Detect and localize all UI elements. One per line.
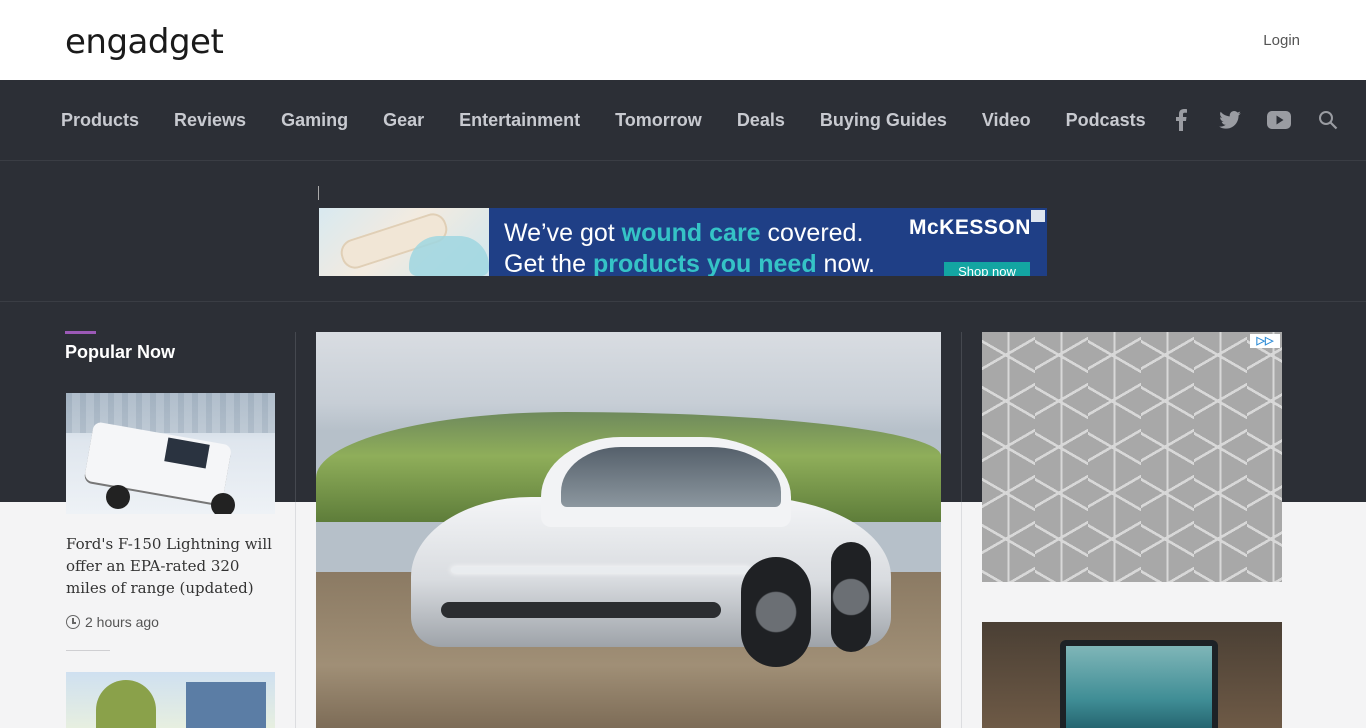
clock-icon bbox=[66, 615, 80, 629]
site-header: engadget Login bbox=[0, 0, 1366, 80]
nav-item-tomorrow[interactable]: Tomorrow bbox=[615, 110, 702, 131]
story-thumbnail[interactable] bbox=[66, 672, 275, 728]
section-accent-bar bbox=[65, 331, 96, 334]
story-thumbnail[interactable] bbox=[66, 393, 275, 514]
column-divider bbox=[961, 502, 962, 728]
sidebar-advertisement[interactable] bbox=[982, 332, 1282, 582]
nav-item-buying-guides[interactable]: Buying Guides bbox=[820, 110, 947, 131]
ad-product-image bbox=[319, 208, 489, 276]
login-link[interactable]: Login bbox=[1263, 32, 1300, 49]
main-nav: Products Reviews Gaming Gear Entertainme… bbox=[0, 80, 1366, 161]
nav-item-products[interactable]: Products bbox=[61, 110, 139, 131]
story-divider bbox=[66, 650, 110, 651]
popular-now-heading: Popular Now bbox=[65, 342, 176, 362]
ad-shop-now-button[interactable]: Shop now bbox=[944, 262, 1030, 276]
twitter-icon[interactable] bbox=[1218, 108, 1242, 132]
ad-marker bbox=[318, 186, 319, 200]
youtube-icon[interactable] bbox=[1267, 108, 1291, 132]
sidebar-story-thumbnail[interactable] bbox=[982, 622, 1282, 728]
search-icon[interactable] bbox=[1316, 108, 1340, 132]
nav-item-entertainment[interactable]: Entertainment bbox=[459, 110, 580, 131]
nav-item-podcasts[interactable]: Podcasts bbox=[1066, 110, 1146, 131]
ad-headline-line2: Get the products you need now. bbox=[504, 250, 875, 276]
nav-item-reviews[interactable]: Reviews bbox=[174, 110, 246, 131]
adchoices-icon[interactable]: ▷▷ bbox=[1250, 334, 1280, 348]
nav-item-deals[interactable]: Deals bbox=[737, 110, 785, 131]
nav-item-gaming[interactable]: Gaming bbox=[281, 110, 348, 131]
story-timestamp: 2 hours ago bbox=[66, 614, 159, 630]
nav-menu: Products Reviews Gaming Gear Entertainme… bbox=[61, 80, 1181, 160]
nav-item-video[interactable]: Video bbox=[982, 110, 1031, 131]
car-illustration bbox=[411, 427, 891, 677]
nav-item-gear[interactable]: Gear bbox=[383, 110, 424, 131]
social-icons bbox=[1144, 80, 1340, 160]
column-divider bbox=[295, 502, 296, 728]
advertisement-banner[interactable]: We’ve got wound care covered. Get the pr… bbox=[319, 208, 1047, 276]
ad-brand-logo: McKESSON bbox=[909, 216, 1031, 239]
engadget-logo[interactable]: engadget bbox=[65, 22, 224, 62]
ad-band: We’ve got wound care covered. Get the pr… bbox=[0, 161, 1366, 302]
story-headline[interactable]: Ford's F-150 Lightning will offer an EPA… bbox=[66, 533, 278, 599]
hero-article-image[interactable] bbox=[316, 332, 941, 728]
adchoices-icon[interactable] bbox=[1031, 210, 1045, 222]
ad-headline-line1: We’ve got wound care covered. bbox=[504, 219, 864, 247]
facebook-icon[interactable] bbox=[1169, 108, 1193, 132]
